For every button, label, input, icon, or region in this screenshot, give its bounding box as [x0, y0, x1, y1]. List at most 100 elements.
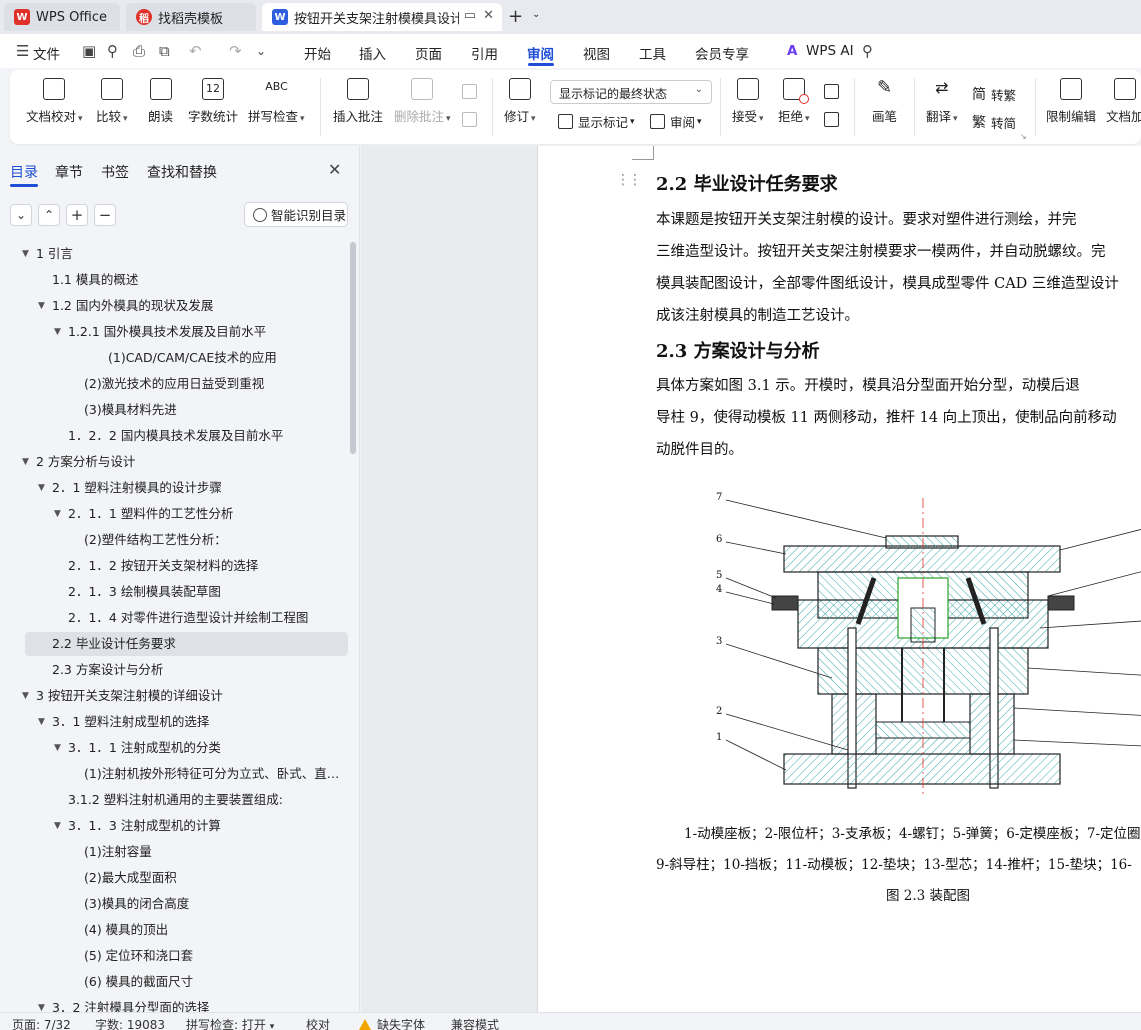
doc-check-button[interactable]: 文档校对 ▾	[26, 78, 83, 125]
smart-toc-button[interactable]: 智能识别目录	[244, 202, 348, 227]
toc-item[interactable]: 2.2 毕业设计任务要求	[25, 632, 348, 656]
share-icon[interactable]: ⚲	[107, 42, 118, 60]
toc-item[interactable]: ▼ 3．1 塑料注射成型机的选择	[0, 710, 348, 734]
read-aloud-button[interactable]: 朗读	[148, 78, 173, 125]
doc-encrypt-button[interactable]: 文档加	[1106, 78, 1141, 125]
tab-current-document[interactable]: W 按钮开关支架注射模模具设计 ▭ ✕	[262, 3, 502, 31]
nav-tab-bookmarks[interactable]: 书签	[101, 162, 129, 182]
more-chevron-icon[interactable]: ⌄	[256, 44, 266, 58]
toc-expand-caret-icon[interactable]: ▼	[54, 814, 61, 838]
toc-expand-caret-icon[interactable]: ▼	[22, 450, 29, 474]
toc-expand-caret-icon[interactable]: ▼	[54, 736, 61, 760]
expand-chevron-up-icon[interactable]: ⌃	[38, 204, 60, 226]
menu-references[interactable]: 引用	[471, 43, 498, 63]
paragraph-line[interactable]: 成该注射模具的制造工艺设计。	[656, 304, 859, 325]
next-comment-icon[interactable]	[462, 112, 482, 127]
toc-item[interactable]: 2．1．2 按钮开关支架材料的选择	[0, 554, 348, 578]
menu-view[interactable]: 视图	[583, 43, 610, 63]
toc-item[interactable]: ▼ 1.2.1 国外模具技术发展及目前水平	[0, 320, 348, 344]
nav-tab-find-replace[interactable]: 查找和替换	[147, 162, 217, 182]
pen-button[interactable]: ✎ 画笔	[872, 78, 897, 125]
spell-check-button[interactable]: ABC 拼写检查 ▾	[248, 78, 305, 125]
search-icon[interactable]: ⚲	[862, 42, 873, 60]
next-change-icon[interactable]	[824, 112, 844, 127]
close-icon[interactable]: ✕	[328, 160, 341, 179]
restrict-edit-button[interactable]: 限制编辑	[1046, 78, 1096, 125]
missing-font-indicator[interactable]: 缺失字体	[359, 1016, 425, 1030]
toc-item[interactable]: (1)注射容量	[0, 840, 348, 864]
compare-button[interactable]: 比较 ▾	[96, 78, 128, 125]
redo-icon[interactable]: ↷	[229, 42, 242, 60]
paragraph-line[interactable]: 本课题是按钮开关支架注射模的设计。要求对塑件进行测绘，并完	[656, 208, 1077, 229]
toc-item[interactable]: ▼ 3．1．1 注射成型机的分类	[0, 736, 348, 760]
undo-icon[interactable]: ↶	[189, 42, 202, 60]
drag-handle-icon[interactable]: ⋮⋮	[616, 172, 642, 188]
toc-item[interactable]: (3)模具的闭合高度	[0, 892, 348, 916]
track-changes-button[interactable]: 修订 ▾	[504, 78, 536, 125]
menu-insert[interactable]: 插入	[359, 43, 386, 63]
toc-expand-caret-icon[interactable]: ▼	[38, 294, 45, 318]
prev-change-icon[interactable]	[824, 84, 844, 99]
toc-item[interactable]: 2.3 方案设计与分析	[0, 658, 348, 682]
delete-comment-button[interactable]: 删除批注 ▾	[394, 78, 451, 125]
close-tab-icon[interactable]: ✕	[483, 8, 494, 23]
dialog-launcher-icon[interactable]: ↘	[1020, 132, 1027, 141]
wps-ai-button[interactable]: WPS AI	[806, 43, 854, 59]
toc-item[interactable]: 3.1.2 塑料注射机通用的主要装置组成:	[0, 788, 348, 812]
toc-expand-caret-icon[interactable]: ▼	[22, 242, 29, 266]
markup-state-select[interactable]: 显示标记的最终状态 ⌄	[550, 80, 712, 104]
menu-review[interactable]: 审阅	[527, 43, 554, 63]
paragraph-line[interactable]: 具体方案如图 3.1 示。开模时，模具沿分型面开始分型，动模后退	[656, 374, 1080, 395]
reject-button[interactable]: 拒绝 ▾	[778, 78, 810, 125]
nav-tab-chapters[interactable]: 章节	[55, 162, 83, 182]
toc-item[interactable]: (2)最大成型面积	[0, 866, 348, 890]
proofread-indicator[interactable]: 校对	[306, 1016, 330, 1030]
menu-member[interactable]: 会员专享	[695, 43, 749, 63]
file-menu[interactable]: 文件	[33, 43, 60, 63]
new-tab-plus-icon[interactable]: +	[508, 6, 523, 27]
toc-item[interactable]: 1.1 模具的概述	[0, 268, 348, 292]
print-icon[interactable]: ⎙	[133, 42, 145, 60]
insert-comment-button[interactable]: 插入批注	[333, 78, 383, 125]
hamburger-menu-icon[interactable]: ☰	[16, 42, 29, 60]
toc-scrollbar[interactable]	[350, 242, 356, 454]
nav-tab-toc[interactable]: 目录	[10, 162, 38, 182]
toc-item[interactable]: ▼ 1.2 国内外模具的现状及发展	[0, 294, 348, 318]
tab-wps-office[interactable]: W WPS Office	[4, 3, 120, 31]
figure-caption-line[interactable]: 9-斜导柱；10-挡板；11-动模板；12-垫块；13-型芯；14-推杆；15-…	[656, 853, 1132, 873]
accept-button[interactable]: 接受 ▾	[732, 78, 764, 125]
toc-expand-caret-icon[interactable]: ▼	[38, 710, 45, 734]
word-count-indicator[interactable]: 字数: 19083	[95, 1016, 165, 1030]
figure-title[interactable]: 图 2.3 装配图	[886, 884, 970, 904]
toc-item[interactable]: (5) 定位环和浇口套	[0, 944, 348, 968]
review-pane-button[interactable]: 审阅 ▾	[650, 112, 702, 131]
save-icon[interactable]: ▣	[82, 42, 96, 60]
toc-item[interactable]: (1)注射机按外形特征可分为立式、卧式、直角式...	[0, 762, 348, 786]
translate-button[interactable]: ⇄ 翻译 ▾	[926, 78, 958, 125]
monitor-icon[interactable]: ▭	[464, 8, 476, 23]
to-simplified-button[interactable]: 繁转简	[972, 112, 1016, 132]
paragraph-line[interactable]: 三维造型设计。按钮开关支架注射模要求一模两件，并自动脱螺纹。完	[656, 240, 1106, 261]
chevron-down-icon[interactable]: ⌄	[532, 9, 540, 20]
toc-item[interactable]: 2．1．3 绘制模具装配草图	[0, 580, 348, 604]
toc-expand-caret-icon[interactable]: ▼	[22, 684, 29, 708]
toc-expand-caret-icon[interactable]: ▼	[54, 320, 61, 344]
toc-item[interactable]: (2)塑件结构工艺性分析：	[0, 528, 348, 552]
tab-docer-templates[interactable]: 稻 找稻壳模板	[126, 3, 256, 31]
toc-item[interactable]: 1．2．2 国内模具技术发展及目前水平	[0, 424, 348, 448]
assembly-drawing-figure[interactable]: 7 6 5 4 3 2 1	[706, 478, 1141, 808]
paragraph-line[interactable]: 导柱 9，使得动模板 11 两侧移动，推杆 14 向上顶出，使制品向前移动	[656, 406, 1117, 427]
toc-expand-caret-icon[interactable]: ▼	[54, 502, 61, 526]
heading-2-3[interactable]: 2.3 方案设计与分析	[656, 337, 820, 363]
toc-item[interactable]: ▼ 2 方案分析与设计	[0, 450, 348, 474]
toc-item[interactable]: 2．1．4 对零件进行造型设计并绘制工程图	[0, 606, 348, 630]
toc-item[interactable]: ▼ 3．1．3 注射成型机的计算	[0, 814, 348, 838]
collapse-chevron-down-icon[interactable]: ⌄	[10, 204, 32, 226]
to-traditional-button[interactable]: 简转繁	[972, 84, 1016, 104]
toc-item[interactable]: (6) 模具的截面尺寸	[0, 970, 348, 994]
menu-home[interactable]: 开始	[304, 43, 331, 63]
toc-item[interactable]: ▼ 2．1 塑料注射模具的设计步骤	[0, 476, 348, 500]
toc-expand-caret-icon[interactable]: ▼	[38, 476, 45, 500]
remove-heading-minus-icon[interactable]: −	[94, 204, 116, 226]
print-preview-icon[interactable]: ⧉	[159, 42, 170, 60]
